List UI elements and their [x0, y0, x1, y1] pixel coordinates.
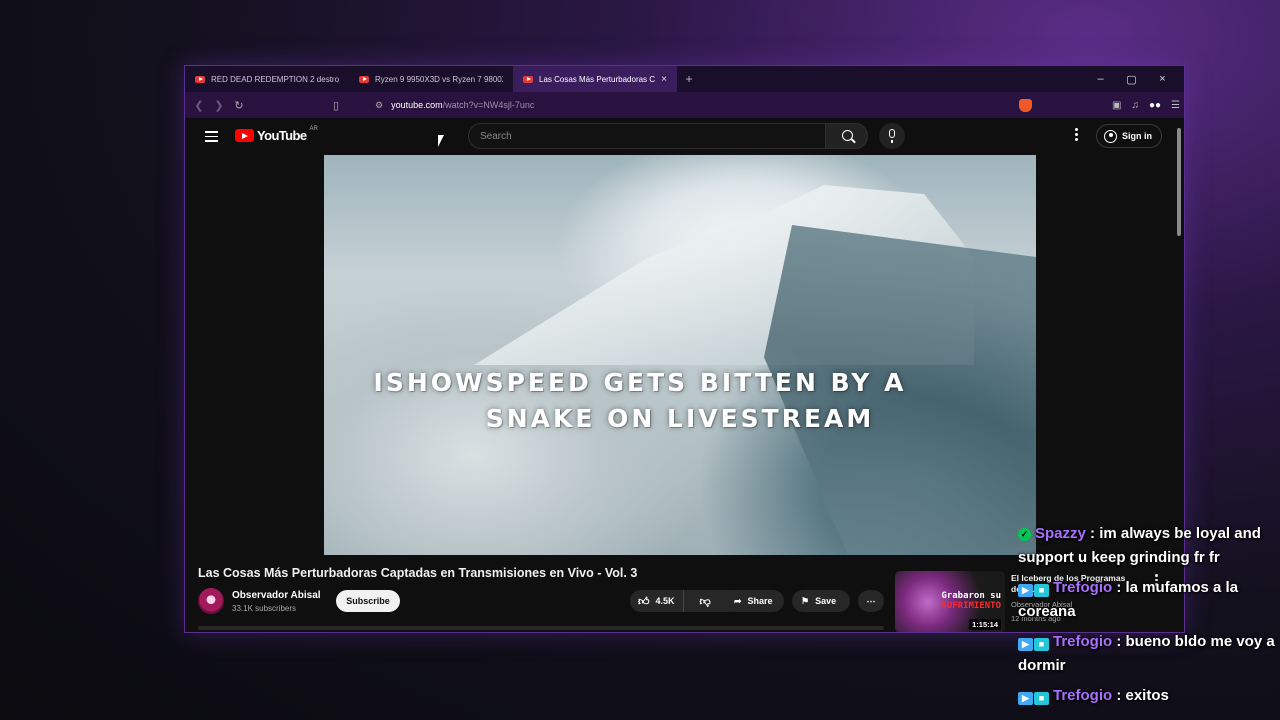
subscriber-badge-icon: ■	[1034, 584, 1049, 597]
tab-las-cosas[interactable]: Las Cosas Más Perturbadoras Ca ×	[513, 66, 677, 92]
subscriber-badge-icon: ■	[1034, 638, 1049, 651]
like-button[interactable]: 👍︎ 4.5K	[630, 590, 684, 612]
chat-text: : la mufamos a la coreana	[1018, 579, 1239, 620]
screenshot-icon[interactable]: ▣	[1112, 100, 1121, 111]
recommendation-thumbnail[interactable]: Grabaron su SUFRIMIENTO 1:15:14	[895, 571, 1005, 632]
share-button[interactable]: ➦ Share	[725, 590, 784, 612]
save-button[interactable]: ⚑ Save	[792, 590, 850, 612]
close-tab-icon[interactable]: ×	[661, 74, 667, 85]
dislike-button[interactable]: 👎︎	[690, 590, 721, 612]
thumbnail-text: Grabaron su SUFRIMIENTO	[941, 591, 1001, 611]
video-duration: 1:15:14	[969, 619, 1001, 630]
chat-username: Trefogio	[1053, 579, 1113, 596]
extensions-icon[interactable]: ●●	[1149, 100, 1161, 111]
tab-label: RED DEAD REDEMPTION 2 destrozó	[211, 74, 339, 84]
share-label: Share	[747, 596, 773, 606]
thumbs-down-icon: 👎︎	[699, 595, 711, 608]
chat-message: ✓ Spazzy : im always be loyal and support…	[1018, 522, 1280, 570]
guide-menu-icon[interactable]	[205, 131, 218, 145]
toolbar-right: ▣ ♫ ●● ☰	[1018, 92, 1180, 118]
bookmark-icon[interactable]: ▯	[326, 99, 346, 112]
back-icon[interactable]: ❮	[189, 99, 209, 112]
microphone-icon	[889, 129, 895, 143]
youtube-favicon-icon	[195, 75, 205, 83]
prime-badge-icon: ▶	[1018, 584, 1033, 597]
video-caption-overlay: ISHOWSPEED GETS BITTEN BY A SNAKE ON LIV…	[324, 365, 1036, 437]
url-domain: youtube.com	[391, 100, 443, 110]
thumbs-up-icon: 👍︎	[638, 595, 650, 608]
chat-message: ▶ ■ Trefogio : exitos	[1018, 684, 1280, 708]
channel-avatar[interactable]	[198, 588, 224, 614]
youtube-header: YouTube AR Search Sign in	[185, 118, 1184, 154]
video-player[interactable]: ISHOWSPEED GETS BITTEN BY A SNAKE ON LIV…	[324, 155, 1036, 555]
mouse-cursor-icon	[438, 135, 444, 147]
subscribe-button[interactable]: Subscribe	[336, 590, 400, 612]
youtube-favicon-icon	[359, 75, 369, 83]
search-input[interactable]: Search	[468, 123, 826, 149]
chat-message: ▶ ■ Trefogio : bueno bldo me voy a dormir	[1018, 630, 1280, 678]
youtube-favicon-icon	[523, 75, 533, 83]
tab-label: Ryzen 9 9950X3D vs Ryzen 7 9800X3D	[375, 74, 503, 84]
youtube-logo-icon	[235, 129, 254, 142]
subscriber-badge-icon: ■	[1034, 692, 1049, 705]
prime-badge-icon: ▶	[1018, 692, 1033, 705]
window-controls: – ▢ ×	[1085, 66, 1178, 92]
menu-icon[interactable]: ☰	[1171, 100, 1180, 111]
voice-search-button[interactable]	[879, 123, 905, 149]
subscriber-count: 33.1K subscribers	[232, 604, 297, 613]
new-tab-button[interactable]: +	[677, 72, 701, 86]
save-label: Save	[815, 596, 837, 606]
channel-name[interactable]: Observador Abisal	[232, 590, 321, 601]
stream-chat-overlay: ✓ Spazzy : im always be loyal and support…	[1018, 522, 1280, 714]
scrollbar-thumb[interactable]	[1177, 128, 1181, 236]
tab-ryzen[interactable]: Ryzen 9 9950X3D vs Ryzen 7 9800X3D	[349, 66, 513, 92]
chat-username: Trefogio	[1053, 687, 1113, 704]
site-info-icon[interactable]: ⚙	[375, 100, 383, 111]
bookmark-save-icon: ⚑	[801, 595, 810, 606]
search-icon	[842, 130, 853, 141]
account-icon	[1104, 129, 1117, 143]
share-icon: ➦	[734, 595, 742, 606]
description-box-edge	[198, 626, 884, 630]
caption-line-1: ISHOWSPEED GETS BITTEN BY A	[373, 368, 907, 397]
media-icon[interactable]: ♫	[1131, 100, 1139, 111]
more-actions-button[interactable]: ⋯	[858, 590, 884, 612]
region-code: AR	[309, 126, 318, 132]
url-path: /watch?v=NW4sjl-7unc	[442, 100, 535, 110]
search-button[interactable]	[825, 123, 868, 149]
settings-kebab-icon[interactable]	[1075, 128, 1078, 143]
chat-message: ▶ ■ Trefogio : la mufamos a la coreana	[1018, 576, 1280, 624]
forward-icon[interactable]: ❯	[209, 99, 229, 112]
video-title: Las Cosas Más Perturbadoras Captadas en …	[198, 566, 638, 580]
sign-in-label: Sign in	[1122, 131, 1152, 141]
like-count: 4.5K	[655, 596, 675, 606]
youtube-logo[interactable]: YouTube AR	[235, 126, 318, 143]
verified-badge-icon: ✓	[1018, 528, 1031, 541]
caption-line-2: SNAKE ON LIVESTREAM	[485, 404, 875, 433]
address-bar[interactable]: ⚙ youtube.com/watch?v=NW4sjl-7unc	[375, 92, 534, 118]
prime-badge-icon: ▶	[1018, 638, 1033, 651]
chat-username: Spazzy	[1035, 525, 1086, 542]
brave-shield-icon[interactable]	[1018, 98, 1032, 112]
maximize-button[interactable]: ▢	[1116, 73, 1147, 86]
chat-text: : exitos	[1112, 687, 1169, 704]
close-window-button[interactable]: ×	[1147, 73, 1178, 85]
tab-label: Las Cosas Más Perturbadoras Ca	[539, 74, 656, 84]
more-horizontal-icon: ⋯	[866, 595, 876, 606]
reload-icon[interactable]: ↻	[229, 99, 249, 112]
youtube-logo-text: YouTube	[257, 128, 307, 143]
minimize-button[interactable]: –	[1085, 73, 1116, 85]
sign-in-button[interactable]: Sign in	[1096, 124, 1162, 148]
browser-toolbar: ❮ ❯ ↻ ▯ ⚙ youtube.com/watch?v=NW4sjl-7un…	[185, 92, 1184, 118]
chat-username: Trefogio	[1053, 633, 1113, 650]
tab-bar: RED DEAD REDEMPTION 2 destrozó Ryzen 9 9…	[185, 66, 1184, 92]
tab-red-dead[interactable]: RED DEAD REDEMPTION 2 destrozó	[185, 66, 349, 92]
